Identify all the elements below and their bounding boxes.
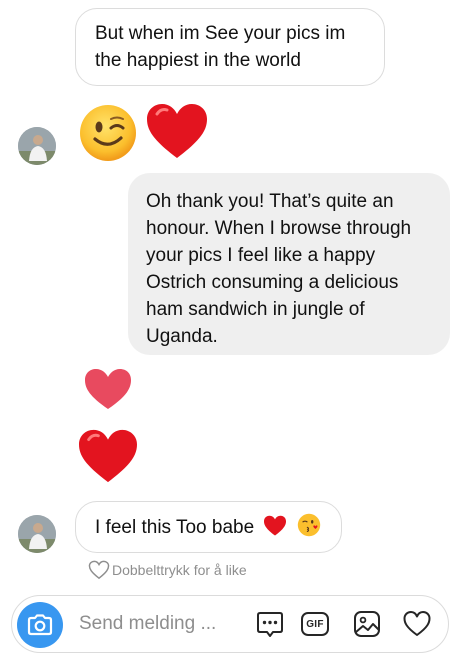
message-text-line: But when im See your pics im [95, 23, 346, 44]
message-text-line: Ostrich consuming a delicious [146, 272, 399, 293]
red-heart-emoji [79, 429, 137, 483]
red-heart-emoji [264, 515, 287, 536]
message-text: I feel this Too babe [95, 517, 255, 538]
message-bubble[interactable]: I feel this Too babe [75, 501, 342, 553]
gif-label: GIF [306, 618, 324, 630]
winking-face-emoji [80, 105, 136, 161]
message-text-line: Uganda. [146, 326, 218, 347]
message-text-line: your pics I feel like a happy [146, 245, 376, 266]
avatar[interactable] [18, 515, 56, 553]
red-heart-emoji [147, 104, 207, 158]
message-text-line: ham sandwich in jungle of [146, 299, 365, 320]
message-text-line: honour. When I browse through [146, 218, 412, 239]
message-bubble[interactable]: Oh thank you! That’s quite an honour. Wh… [128, 173, 450, 355]
message-text-line: Oh thank you! That’s quite an [146, 191, 394, 212]
avatar[interactable] [18, 127, 56, 165]
more-options-icon[interactable] [255, 609, 285, 639]
double-tap-like-hint: Dobbelttrykk for å like [88, 559, 247, 581]
camera-icon [27, 614, 53, 636]
heart-outline-icon[interactable] [88, 560, 110, 580]
gallery-icon[interactable] [352, 609, 382, 639]
message-bubble[interactable]: But when im See your pics im the happies… [75, 8, 385, 86]
like-hint-text: Dobbelttrykk for å like [112, 562, 247, 578]
kissing-face-emoji [297, 513, 320, 537]
camera-button[interactable] [17, 602, 63, 648]
message-text-line: the happiest in the world [95, 50, 301, 71]
message-composer: Send melding ... GIF [11, 595, 449, 653]
message-input[interactable]: Send melding ... [79, 613, 216, 635]
heart-icon[interactable] [402, 609, 432, 639]
gif-button[interactable]: GIF [300, 609, 330, 639]
heart-reaction-icon[interactable] [83, 367, 133, 411]
